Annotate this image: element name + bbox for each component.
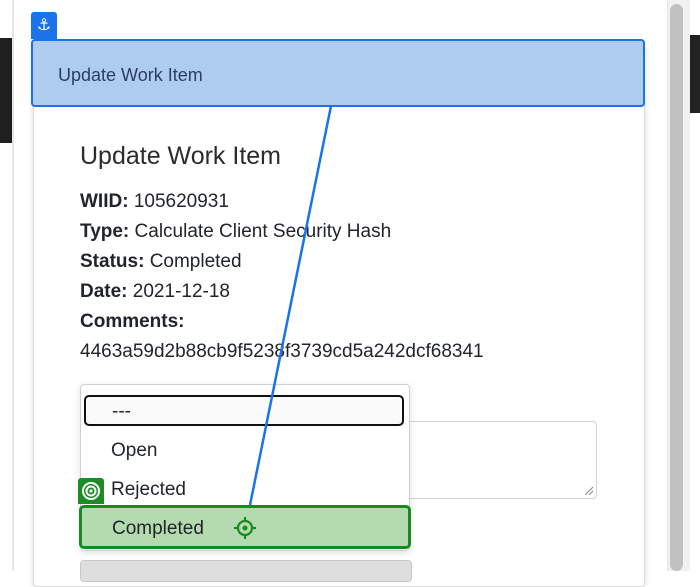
date-row: Date: 2021-12-18 xyxy=(80,281,230,303)
status-option-open[interactable]: Open xyxy=(81,432,409,470)
crosshair-icon xyxy=(234,517,256,539)
background-border xyxy=(12,0,14,571)
status-option-label: Completed xyxy=(112,518,204,539)
background-dark-block xyxy=(690,35,700,113)
anchor-icon: ⚓ xyxy=(31,12,57,39)
dialog-title-bar[interactable]: Update Work Item xyxy=(31,39,645,107)
dialog-title: Update Work Item xyxy=(58,65,203,85)
type-row: Type: Calculate Client Security Hash xyxy=(80,221,391,243)
wiid-label: WIID: xyxy=(80,191,129,212)
status-option-label: Rejected xyxy=(111,479,186,500)
comments-row: Comments: xyxy=(80,311,185,333)
resize-grip-icon[interactable] xyxy=(585,487,593,495)
status-option-default[interactable]: --- xyxy=(84,395,404,426)
date-value: 2021-12-18 xyxy=(132,281,230,302)
target-icon xyxy=(78,478,104,504)
type-value: Calculate Client Security Hash xyxy=(134,221,392,242)
scrollbar-thumb[interactable] xyxy=(670,4,683,571)
status-option-label: --- xyxy=(112,401,131,422)
status-option-rejected[interactable]: Rejected xyxy=(81,471,409,509)
status-label: Status: xyxy=(80,251,145,272)
background-dark-bar xyxy=(0,38,12,143)
comments-label: Comments: xyxy=(80,311,185,332)
status-value: Completed xyxy=(149,251,242,272)
page-title: Update Work Item xyxy=(80,142,282,170)
status-option-label: Open xyxy=(111,440,158,461)
submit-button[interactable] xyxy=(80,560,412,582)
date-label: Date: xyxy=(80,281,128,302)
status-row: Status: Completed xyxy=(80,251,242,273)
wiid-value: 105620931 xyxy=(133,191,229,212)
wiid-row: WIID: 105620931 xyxy=(80,191,229,213)
comments-value: 4463a59d2b88cb9f5238f3739cd5a242dcf68341 xyxy=(80,341,484,362)
type-label: Type: xyxy=(80,221,130,242)
